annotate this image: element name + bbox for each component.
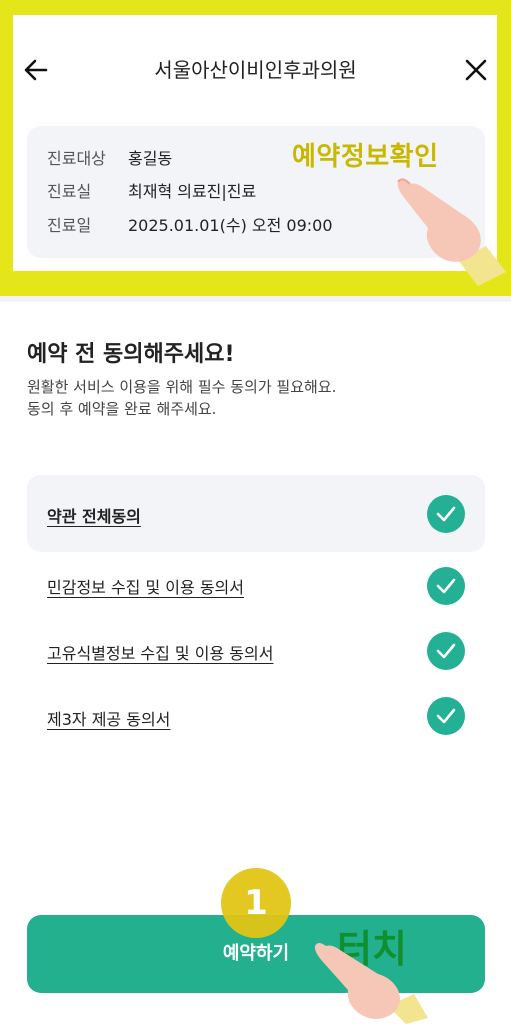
patient-label: 진료대상 xyxy=(47,149,106,168)
arrow-left-icon[interactable] xyxy=(22,56,50,84)
consent-item-sensitive-info[interactable]: 민감정보 수집 및 이용 동의서 xyxy=(47,574,244,598)
agree-all-label[interactable]: 약관 전체동의 xyxy=(47,503,141,527)
clinic-room-value: 최재혁 의료진|진료 xyxy=(128,182,257,201)
consent-checkbox-third-party[interactable] xyxy=(427,697,465,735)
consent-item-unique-id[interactable]: 고유식별정보 수집 및 이용 동의서 xyxy=(47,640,273,664)
close-icon[interactable] xyxy=(462,56,490,84)
visit-date-value: 2025.01.01(수) 오전 09:00 xyxy=(128,216,333,235)
consent-item-third-party[interactable]: 제3자 제공 동의서 xyxy=(47,706,170,730)
patient-value: 홍길동 xyxy=(128,149,173,168)
agree-all-checkbox[interactable] xyxy=(427,495,465,533)
check-icon xyxy=(436,578,456,594)
visit-date-label: 진료일 xyxy=(47,216,92,235)
consent-description-line2: 동의 후 예약을 완료 해주세요. xyxy=(27,400,217,418)
consent-checkbox-unique-id[interactable] xyxy=(427,632,465,670)
check-icon xyxy=(436,708,456,724)
pointing-hand-icon xyxy=(314,943,428,1024)
clinic-room-label: 진료실 xyxy=(47,182,92,201)
consent-heading: 예약 전 동의해주세요! xyxy=(27,342,235,367)
consent-description-line1: 원활한 서비스 이용을 위해 필수 동의가 필요해요. xyxy=(27,378,337,396)
consent-checkbox-sensitive-info[interactable] xyxy=(427,567,465,605)
pointing-hand-icon xyxy=(397,178,506,286)
step-number: 1 xyxy=(244,883,268,923)
check-icon xyxy=(436,643,456,659)
section-divider xyxy=(0,296,511,302)
check-icon xyxy=(436,506,456,522)
page-title: 서울아산이비인후과의원 xyxy=(154,58,357,82)
